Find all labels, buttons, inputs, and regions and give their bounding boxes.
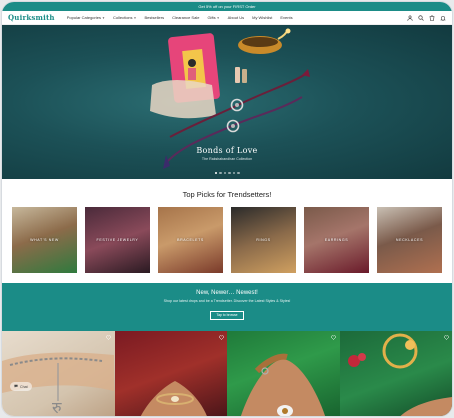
cart-icon[interactable] <box>429 14 435 21</box>
chat-icon <box>14 384 18 389</box>
wishlist-heart-icon[interactable] <box>218 334 224 340</box>
carousel-dot[interactable] <box>219 171 222 174</box>
nav-item-collections[interactable]: Collections ▼ <box>113 15 137 20</box>
chevron-down-icon: ▼ <box>216 15 220 20</box>
promo-banner: New, Newer… Newest! Shop our latest drop… <box>2 283 452 331</box>
category-tile-necklaces[interactable]: Necklaces <box>377 207 442 273</box>
hands-rings-image <box>240 353 326 416</box>
promo-title: New, Newer… Newest! <box>196 290 258 296</box>
chevron-down-icon: ▼ <box>133 15 137 20</box>
chat-widget[interactable]: Chat <box>10 382 32 391</box>
bracelet-image: रु <box>2 352 114 416</box>
browse-button[interactable]: Tap to browse <box>210 310 244 320</box>
top-picks-title: Top Picks for Trendsetters! <box>182 190 272 199</box>
nav-item-popular-categories[interactable]: Popular Categories ▼ <box>67 15 105 20</box>
category-label: Bracelets <box>177 238 204 242</box>
browser-frame: Get 5% off on your FIRST Order Quirksmit… <box>2 2 452 416</box>
gallery-tile[interactable]: रु <box>2 331 115 416</box>
chevron-down-icon: ▼ <box>101 15 105 20</box>
wishlist-heart-icon[interactable] <box>106 334 112 340</box>
category-tile-whats-new[interactable]: What's New <box>12 207 77 273</box>
gallery-tile[interactable] <box>227 331 340 416</box>
user-icon[interactable] <box>407 15 413 21</box>
bell-icon[interactable] <box>440 15 446 21</box>
brand-logo[interactable]: Quirksmith <box>8 13 55 22</box>
category-tile-bracelets[interactable]: Bracelets <box>158 207 223 273</box>
category-tile-rings[interactable]: Rings <box>231 207 296 273</box>
flowers-image <box>347 333 452 416</box>
main-nav: Popular Categories ▼ Collections ▼ Bestsel… <box>67 15 407 20</box>
carousel-dot[interactable] <box>232 171 235 174</box>
hero-banner[interactable]: Bonds of Love The Rakshabandhan Collecti… <box>2 25 452 179</box>
svg-text:रु: रु <box>52 398 62 416</box>
header-icons <box>407 14 446 21</box>
category-label: Necklaces <box>395 238 424 242</box>
carousel-dot[interactable] <box>237 171 240 174</box>
category-label: What's New <box>30 238 59 242</box>
category-grid: What's New Festive Jewelry Bracelets Rin… <box>2 207 452 273</box>
hand-bracelet-image <box>140 381 207 416</box>
site-header: Quirksmith Popular Categories ▼ Collectio… <box>2 11 452 25</box>
carousel-dot[interactable] <box>223 171 226 174</box>
nav-item-clearance-sale[interactable]: Clearance Sale <box>172 15 199 20</box>
nav-item-my-wishlist[interactable]: My Wishlist <box>252 15 272 20</box>
hero-caption: Bonds of Love The Rakshabandhan Collecti… <box>2 146 452 161</box>
search-icon[interactable] <box>418 14 424 21</box>
wishlist-heart-icon[interactable] <box>331 334 337 340</box>
nav-item-events[interactable]: Events <box>280 15 292 20</box>
hero-subtitle: The Rakshabandhan Collection <box>201 157 253 161</box>
carousel-dot[interactable] <box>214 171 217 174</box>
hero-title: Bonds of Love <box>196 146 258 155</box>
nav-item-bestsellers[interactable]: Bestsellers <box>145 15 165 20</box>
category-label: Rings <box>256 238 271 242</box>
category-label: Earrings <box>324 238 349 242</box>
category-tile-festive-jewelry[interactable]: Festive Jewelry <box>85 207 150 273</box>
carousel-dots <box>2 171 452 174</box>
gallery-tile[interactable] <box>114 331 227 416</box>
nav-item-about-us[interactable]: About Us <box>228 15 244 20</box>
category-label: Festive Jewelry <box>96 238 139 242</box>
category-tile-earrings[interactable]: Earrings <box>304 207 369 273</box>
promo-subtitle: Shop our latest drops and be a Trendsett… <box>163 299 291 303</box>
announcement-bar[interactable]: Get 5% off on your FIRST Order <box>2 2 452 11</box>
chat-label: Chat <box>20 384 28 389</box>
gallery-tile[interactable] <box>339 331 452 416</box>
carousel-dot[interactable] <box>228 171 231 174</box>
nav-item-gifts[interactable]: Gifts ▼ <box>207 15 219 20</box>
product-gallery: रु <box>2 331 452 416</box>
wishlist-heart-icon[interactable] <box>443 334 449 340</box>
